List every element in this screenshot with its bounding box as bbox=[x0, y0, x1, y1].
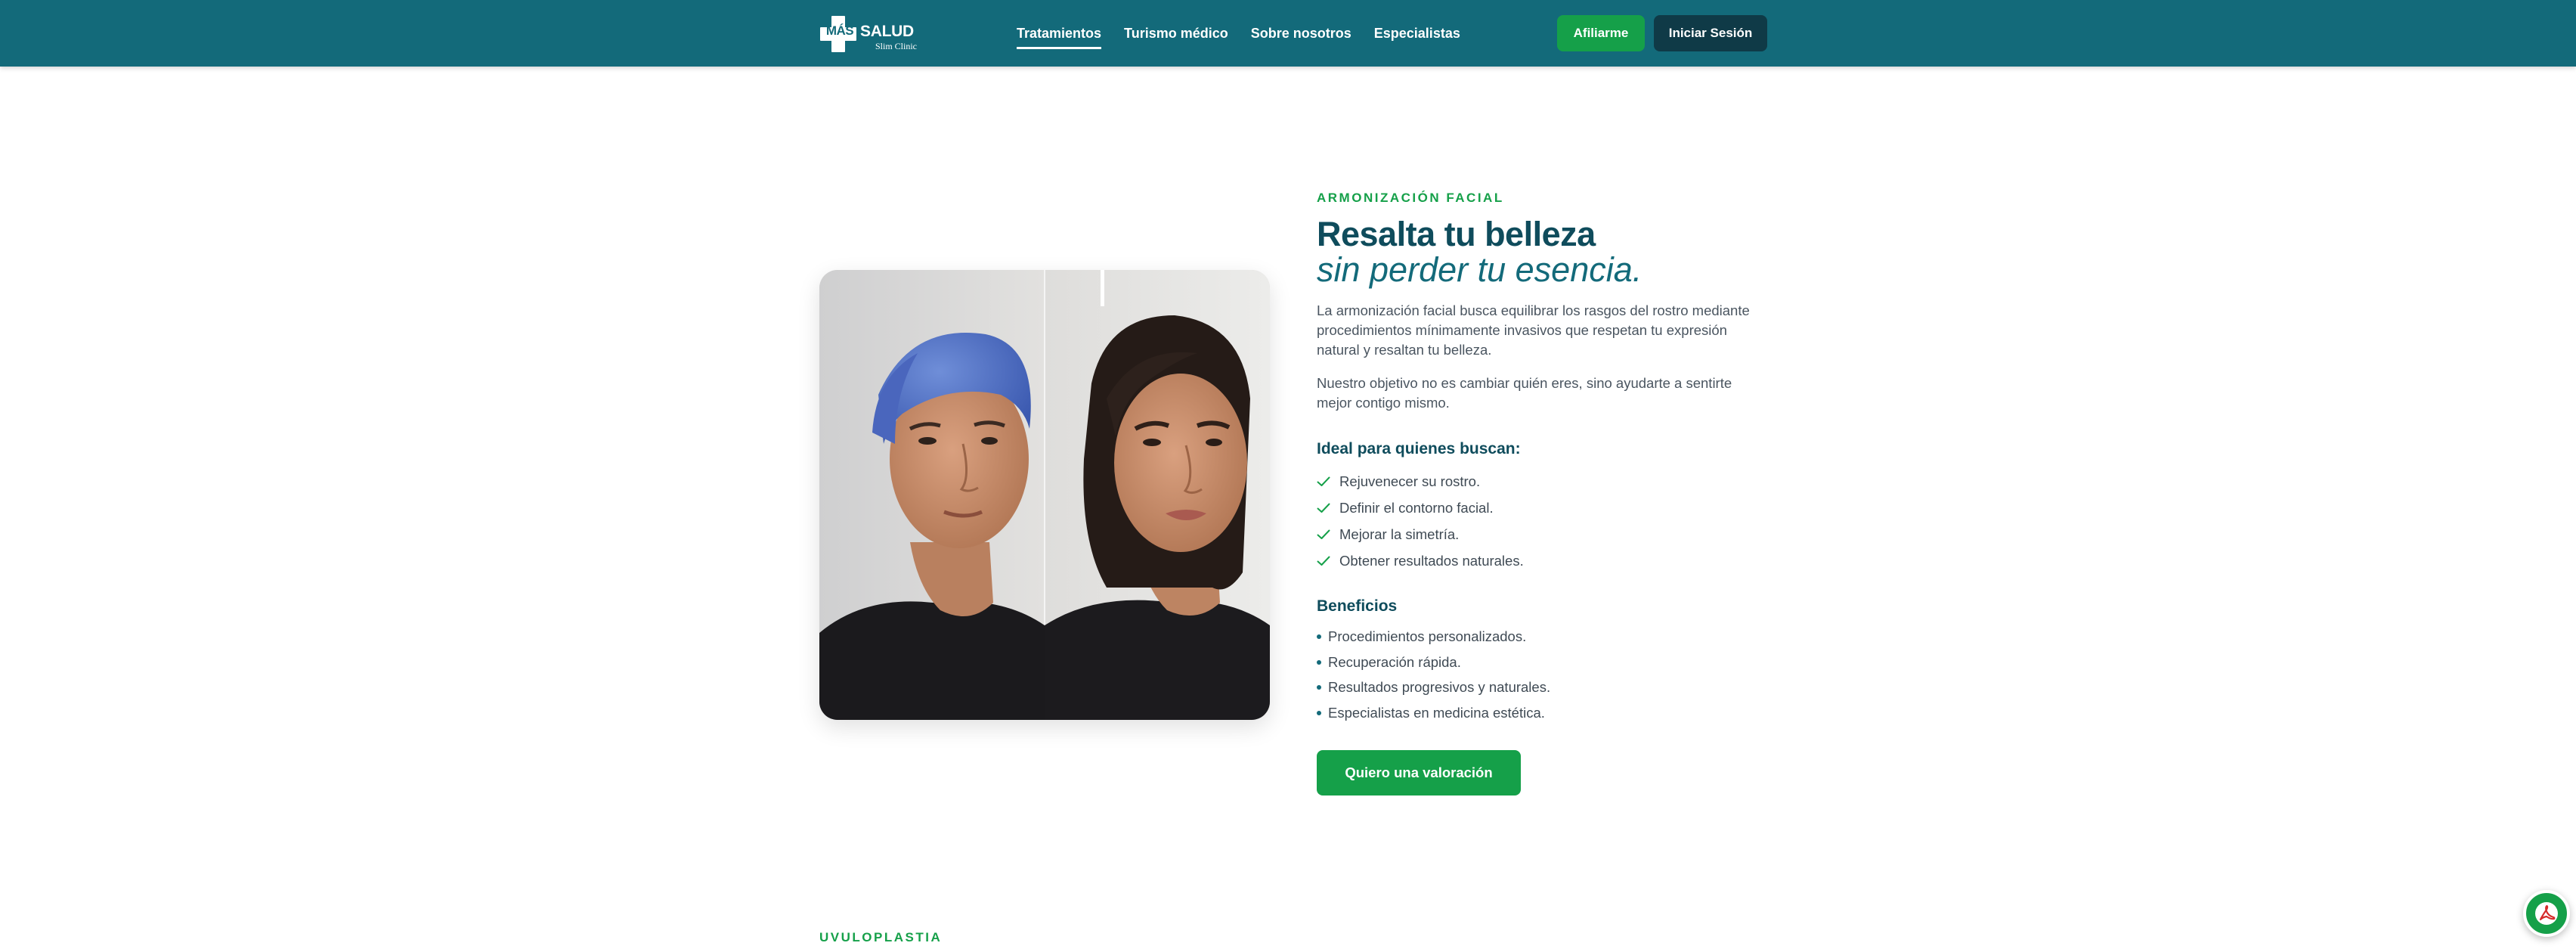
list-item-label: Rejuvenecer su rostro. bbox=[1339, 473, 1481, 489]
list-item-label: Procedimientos personalizados. bbox=[1328, 628, 1527, 645]
section-title-italic: sin perder tu esencia. bbox=[1317, 250, 1643, 289]
nav-item-tratamientos[interactable]: Tratamientos bbox=[1017, 21, 1102, 49]
list-item: Obtener resultados naturales. bbox=[1317, 548, 1770, 575]
brand-logo[interactable]: MÁS SALUD Slim Clinic bbox=[819, 15, 918, 53]
list-item: Rejuvenecer su rostro. bbox=[1317, 469, 1770, 495]
logo-word: SALUD bbox=[860, 23, 914, 40]
nav-item-sobre-nosotros[interactable]: Sobre nosotros bbox=[1251, 21, 1351, 46]
ideal-list: Rejuvenecer su rostro. Definir el contor… bbox=[1317, 469, 1770, 575]
treatment-section: ARMONIZACIÓN FACIAL Resalta tu belleza s… bbox=[1317, 191, 1770, 726]
benefits-list: Procedimientos personalizados. Recuperac… bbox=[1317, 625, 1770, 726]
bullet-icon bbox=[1317, 634, 1321, 640]
request-assessment-button[interactable]: Quiero una valoración bbox=[1317, 750, 1521, 795]
check-icon bbox=[1317, 476, 1330, 486]
list-item-label: Definir el contorno facial. bbox=[1339, 500, 1494, 516]
main-nav: Tratamientos Turismo médico Sobre nosotr… bbox=[1017, 0, 1460, 67]
logo-mark-text: MÁS bbox=[825, 23, 854, 38]
site-header: MÁS SALUD Slim Clinic Tratamientos Turis… bbox=[0, 0, 2576, 67]
list-item: Mejorar la simetría. bbox=[1317, 522, 1770, 548]
benefits-heading: Beneficios bbox=[1317, 597, 1398, 615]
check-icon bbox=[1317, 556, 1330, 566]
login-button[interactable]: Iniciar Sesión bbox=[1654, 15, 1767, 51]
bullet-icon bbox=[1317, 659, 1321, 665]
list-item-label: Especialistas en medicina estética. bbox=[1328, 704, 1545, 721]
list-item-label: Obtener resultados naturales. bbox=[1339, 553, 1524, 569]
list-item: Recuperación rápida. bbox=[1317, 650, 1770, 675]
list-item: Resultados progresivos y naturales. bbox=[1317, 675, 1770, 701]
floating-action-button[interactable] bbox=[2523, 890, 2570, 937]
goal-paragraph: Nuestro objetivo no es cambiar quién ere… bbox=[1317, 374, 1732, 411]
list-item-label: Mejorar la simetría. bbox=[1339, 526, 1460, 542]
list-item: Definir el contorno facial. bbox=[1317, 495, 1770, 522]
intro-paragraph: La armonización facial busca equilibrar … bbox=[1317, 302, 1750, 358]
acrobat-icon bbox=[2535, 902, 2558, 925]
list-item: Especialistas en medicina estética. bbox=[1317, 700, 1770, 726]
list-item-label: Recuperación rápida. bbox=[1328, 653, 1461, 670]
bullet-icon bbox=[1317, 685, 1321, 690]
ideal-heading: Ideal para quienes buscan: bbox=[1317, 439, 1521, 457]
bullet-icon bbox=[1317, 710, 1321, 715]
list-item-label: Resultados progresivos y naturales. bbox=[1328, 679, 1551, 696]
affiliate-button[interactable]: Afiliarme bbox=[1557, 15, 1645, 51]
section-title: Resalta tu belleza bbox=[1317, 215, 1596, 253]
before-after-photo bbox=[819, 270, 1270, 720]
logo-subtitle: Slim Clinic bbox=[875, 41, 918, 51]
check-icon bbox=[1317, 503, 1330, 513]
check-icon bbox=[1317, 529, 1330, 539]
next-section-eyebrow: UVULOPLASTIA bbox=[819, 930, 943, 944]
section-eyebrow: ARMONIZACIÓN FACIAL bbox=[1317, 191, 1504, 205]
nav-item-turismo-medico[interactable]: Turismo médico bbox=[1124, 21, 1228, 46]
list-item: Procedimientos personalizados. bbox=[1317, 625, 1770, 650]
nav-item-especialistas[interactable]: Especialistas bbox=[1374, 21, 1460, 46]
